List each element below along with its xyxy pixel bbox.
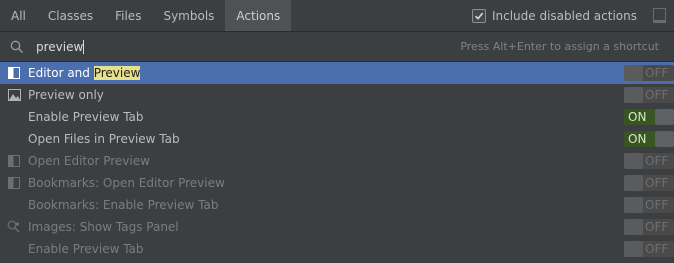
image-icon bbox=[7, 88, 21, 102]
action-label: Bookmarks: Enable Preview Tab bbox=[28, 198, 218, 212]
empty-icon-slot bbox=[7, 242, 21, 256]
toggle-switch[interactable]: OFF bbox=[624, 175, 674, 191]
toggle-knob bbox=[624, 175, 643, 191]
toggle-state: OFF bbox=[645, 176, 669, 190]
toggle-state: OFF bbox=[645, 88, 669, 102]
toggle-knob bbox=[624, 153, 643, 169]
include-disabled-label[interactable]: Include disabled actions bbox=[492, 9, 637, 23]
toggle-switch[interactable]: ON bbox=[624, 131, 674, 147]
toggle-switch[interactable]: OFF bbox=[624, 219, 674, 235]
pin-window-icon[interactable] bbox=[653, 8, 666, 23]
action-row[interactable]: Open Files in Preview Tab ON bbox=[0, 128, 674, 150]
action-row[interactable]: Bookmarks: Enable Preview Tab OFF bbox=[0, 194, 674, 216]
action-label: Preview only bbox=[28, 88, 104, 102]
search-input[interactable]: preview bbox=[36, 40, 83, 54]
action-row[interactable]: Enable Preview Tab OFF bbox=[0, 238, 674, 260]
action-label-text: Enable Preview Tab bbox=[28, 242, 144, 256]
toggle-state: OFF bbox=[645, 154, 669, 168]
toggle-state: ON bbox=[628, 110, 647, 124]
action-label: Open Editor Preview bbox=[28, 154, 150, 168]
action-label: Editor and Preview bbox=[28, 66, 141, 80]
split-editor-icon bbox=[7, 66, 21, 80]
search-icon bbox=[10, 39, 32, 55]
action-label-text: Bookmarks: Enable Preview Tab bbox=[28, 198, 219, 212]
toggle-knob bbox=[624, 65, 643, 81]
toggle-switch[interactable]: OFF bbox=[624, 153, 674, 169]
toggle-knob bbox=[624, 87, 643, 103]
action-label-text: Images: Show Tags Panel bbox=[28, 220, 179, 234]
tab-actions[interactable]: Actions bbox=[225, 0, 292, 31]
action-label: Enable Preview Tab bbox=[28, 242, 144, 256]
action-label-text: Open Files in Preview Tab bbox=[28, 132, 180, 146]
toggle-knob bbox=[624, 241, 643, 257]
tab-label: All bbox=[11, 8, 26, 23]
tab-label: Classes bbox=[47, 8, 94, 23]
toggle-state: OFF bbox=[645, 220, 669, 234]
action-label-text: Enable Preview Tab bbox=[28, 110, 144, 124]
action-label-text: Open Editor Preview bbox=[28, 154, 150, 168]
action-row[interactable]: Preview only OFF bbox=[0, 84, 674, 106]
toggle-switch[interactable]: OFF bbox=[624, 87, 674, 103]
tabs-toolbar: Include disabled actions bbox=[471, 0, 666, 31]
results-list: Editor and Preview OFF Preview only OFF Enab… bbox=[0, 62, 674, 260]
toggle-switch[interactable]: OFF bbox=[624, 65, 674, 81]
tab-label: Files bbox=[115, 8, 142, 23]
toggle-state: ON bbox=[628, 132, 647, 146]
action-label: Bookmarks: Open Editor Preview bbox=[28, 176, 225, 190]
action-label: Images: Show Tags Panel bbox=[28, 220, 179, 234]
tab-label: Actions bbox=[236, 8, 281, 23]
action-label-text: Editor and bbox=[28, 66, 94, 80]
split-editor-icon bbox=[7, 176, 21, 190]
toggle-switch[interactable]: ON bbox=[624, 109, 674, 125]
shortcut-hint: Press Alt+Enter to assign a shortcut bbox=[460, 40, 659, 53]
toggle-knob bbox=[655, 131, 674, 147]
action-row[interactable]: Open Editor Preview OFF bbox=[0, 150, 674, 172]
checkmark-icon bbox=[474, 12, 484, 20]
text-cursor bbox=[83, 39, 85, 54]
toggle-state: OFF bbox=[645, 242, 669, 256]
action-row[interactable]: Editor and Preview OFF bbox=[0, 62, 674, 84]
empty-icon-slot bbox=[7, 132, 21, 146]
action-label: Enable Preview Tab bbox=[28, 110, 144, 124]
tab-symbols[interactable]: Symbols bbox=[152, 0, 225, 31]
action-row[interactable]: Enable Preview Tab ON bbox=[0, 106, 674, 128]
toggle-knob bbox=[624, 219, 643, 235]
toggle-switch[interactable]: OFF bbox=[624, 197, 674, 213]
tags-icon bbox=[7, 220, 21, 234]
toggle-switch[interactable]: OFF bbox=[624, 241, 674, 257]
tab-all[interactable]: All bbox=[0, 0, 37, 31]
tab-label: Symbols bbox=[163, 8, 215, 23]
action-label: Open Files in Preview Tab bbox=[28, 132, 180, 146]
tab-files[interactable]: Files bbox=[104, 0, 152, 31]
action-row[interactable]: Bookmarks: Open Editor Preview OFF bbox=[0, 172, 674, 194]
action-label-text: Preview only bbox=[28, 88, 104, 102]
toggle-knob bbox=[624, 197, 643, 213]
search-bar: preview Press Alt+Enter to assign a shor… bbox=[0, 32, 674, 62]
action-row[interactable]: Images: Show Tags Panel OFF bbox=[0, 216, 674, 238]
toggle-knob bbox=[655, 109, 674, 125]
empty-icon-slot bbox=[7, 198, 21, 212]
action-label-text: Bookmarks: Open Editor Preview bbox=[28, 176, 225, 190]
tab-classes[interactable]: Classes bbox=[37, 0, 104, 31]
toggle-state: OFF bbox=[645, 198, 669, 212]
include-disabled-checkbox[interactable] bbox=[471, 8, 486, 23]
match-highlight: Preview bbox=[93, 66, 141, 80]
empty-icon-slot bbox=[7, 110, 21, 124]
toggle-state: OFF bbox=[645, 66, 669, 80]
search-everywhere-tabs: All Classes Files Symbols Actions Includ… bbox=[0, 0, 674, 32]
split-editor-icon bbox=[7, 154, 21, 168]
